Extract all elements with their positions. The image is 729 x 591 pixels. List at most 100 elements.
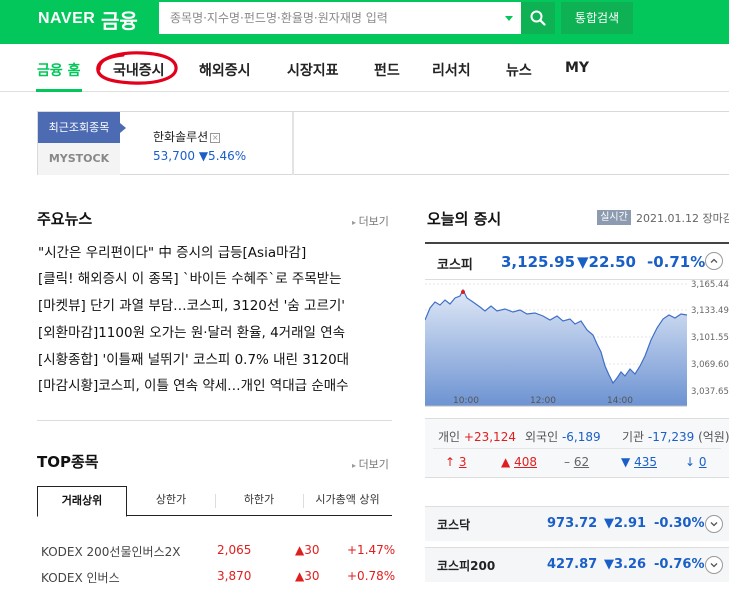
news-item[interactable]: [외환마감]1100원 오가는 원·달러 환율, 4거래일 연속 — [38, 321, 390, 341]
news-more-link[interactable]: 더보기 — [352, 213, 389, 229]
nav-market-indicators[interactable]: 시장지표 — [287, 60, 339, 80]
investor-foreign: 외국인 -6,189 — [525, 430, 601, 444]
x-tick: 12:00 — [530, 396, 556, 406]
divider — [292, 112, 293, 175]
investor-panel: 개인 +23,124 외국인 -6,189 기관 -17,239 (억원) ↑ … — [425, 418, 729, 478]
recent-stock-change: ▼5.46% — [198, 149, 247, 163]
finance-logo[interactable]: 금융 — [101, 5, 138, 34]
nav-fund[interactable]: 펀드 — [374, 60, 400, 80]
high-marker — [461, 290, 465, 294]
expand-button[interactable] — [705, 556, 723, 574]
y-tick: 3,069.60 — [691, 360, 729, 370]
kosdaq-row[interactable]: 코스닥 973.72 ▼2.91 -0.30% — [425, 506, 729, 541]
total-search-button[interactable]: 통합검색 — [561, 2, 633, 34]
tab-upper-limit[interactable]: 상한가 — [127, 486, 215, 516]
kospi-summary[interactable]: 코스피 3,125.95 ▼22.50 -0.71% — [425, 242, 729, 280]
index-value: 3,125.95 — [501, 253, 576, 271]
stock-name[interactable]: KODEX 인버스 — [41, 569, 120, 586]
search-box — [159, 2, 521, 34]
stock-change: ▲30 — [295, 543, 320, 557]
down-limit-icon: ↓ — [685, 455, 696, 469]
stock-price: 3,870 — [217, 569, 252, 583]
stock-rate: +0.78% — [347, 569, 396, 583]
down-icon: ▼ — [621, 455, 631, 469]
tab-recent-stocks[interactable]: 최근조회종목 — [38, 112, 126, 143]
news-item[interactable]: [마켓뷰] 단기 과열 부담…코스피, 3120선 '숨 고르기' — [38, 294, 390, 314]
table-row[interactable]: KODEX 200선물인버스2X 2,065 ▲30 +1.47% — [41, 543, 396, 559]
chevron-up-icon — [710, 258, 718, 263]
up-limit-icon: ↑ — [445, 455, 456, 469]
breadth-up[interactable]: ▲ 408 — [501, 455, 537, 469]
news-item[interactable]: [마감시황]코스피, 이틀 연속 약세…개인 역대급 순매수 — [38, 374, 390, 394]
y-tick: 3,101.55 — [691, 333, 729, 343]
nav-my[interactable]: MY — [565, 60, 589, 76]
search-button[interactable] — [521, 2, 555, 34]
stock-price: 2,065 — [217, 543, 252, 557]
collapse-button[interactable] — [705, 252, 723, 270]
news-section-title: 주요뉴스 — [37, 210, 93, 228]
top-stocks-more-link[interactable]: 더보기 — [352, 456, 389, 472]
investor-institution: 기관 -17,239 (억원) — [622, 430, 729, 444]
index-name: 코스피 — [437, 258, 473, 273]
nav-domestic-stock[interactable]: 국내증시 — [113, 60, 165, 80]
index-value: 427.87 — [547, 557, 598, 572]
up-icon: ▲ — [501, 455, 511, 469]
tab-volume-top[interactable]: 거래상위 — [37, 486, 127, 517]
index-change: ▼2.91 — [604, 516, 647, 531]
market-date: 2021.01.12 장마감 — [636, 212, 729, 225]
divider — [433, 448, 721, 449]
y-tick: 3,133.49 — [691, 306, 729, 316]
nav-active-indicator — [36, 89, 82, 92]
stock-change: ▲30 — [295, 569, 320, 583]
nav-news[interactable]: 뉴스 — [506, 60, 532, 80]
remove-icon[interactable]: × — [210, 133, 221, 143]
nav-finance-home[interactable]: 금융 홈 — [37, 60, 81, 80]
top-stocks-tabs: 거래상위 상한가 하한가 시가총액 상위 — [37, 486, 392, 517]
index-rate: -0.76% — [654, 557, 705, 572]
index-name: 코스피200 — [437, 559, 496, 573]
chevron-down-icon — [710, 563, 718, 568]
flat-icon: – — [564, 455, 570, 469]
investor-individual: 개인 +23,124 — [438, 430, 516, 444]
news-item[interactable]: "시간은 우리편이다" 中 증시의 급등[Asia마감] — [38, 241, 390, 261]
divider — [37, 420, 392, 421]
tab-lower-limit[interactable]: 하한가 — [215, 486, 303, 516]
news-item[interactable]: [시황종합] '이틀째 널뛰기' 코스피 0.7% 내린 3120대 — [38, 348, 390, 368]
divider — [293, 112, 294, 175]
table-row[interactable]: KODEX 인버스 3,870 ▲30 +0.78% — [41, 569, 396, 585]
search-icon — [530, 10, 546, 26]
x-tick: 14:00 — [607, 396, 633, 406]
main-nav: 금융 홈 국내증시 해외증시 시장지표 펀드 리서치 뉴스 MY — [0, 44, 729, 92]
stock-name[interactable]: KODEX 200선물인버스2X — [41, 543, 180, 560]
nav-overseas-stock[interactable]: 해외증시 — [199, 60, 251, 80]
recent-stock-item[interactable]: 한화솔루션 × 53,700 ▼5.46% — [153, 128, 291, 163]
index-change: ▼22.50 — [577, 253, 636, 271]
recent-stock-name[interactable]: 한화솔루션 — [153, 130, 208, 144]
news-item[interactable]: [클릭! 해외증시 이 종목] `바이든 수혜주`로 주목받는 — [38, 267, 390, 287]
kospi200-row[interactable]: 코스피200 427.87 ▼3.26 -0.76% — [425, 547, 729, 582]
naver-logo[interactable]: NAVER — [38, 9, 95, 29]
search-input[interactable] — [160, 3, 500, 33]
chart-svg: 3,165.44 3,133.49 3,101.55 3,069.60 3,03… — [424, 280, 729, 407]
breadth-down-limit[interactable]: ↓ 0 — [685, 455, 707, 469]
nav-research[interactable]: 리서치 — [432, 60, 471, 80]
y-tick: 3,165.44 — [691, 280, 729, 290]
x-tick: 10:00 — [453, 396, 479, 406]
index-rate: -0.71% — [647, 253, 706, 271]
y-tick: 3,037.65 — [691, 387, 729, 397]
stock-rate: +1.47% — [347, 543, 396, 557]
expand-button[interactable] — [705, 515, 723, 533]
recent-stock-price-line: 53,700 ▼5.46% — [153, 149, 291, 163]
breadth-up-limit[interactable]: ↑ 3 — [445, 455, 467, 469]
tab-market-cap[interactable]: 시가총액 상위 — [303, 486, 392, 516]
top-bar: NAVER 금융 통합검색 — [0, 0, 729, 44]
recent-stocks-panel: 최근조회종목 MYSTOCK 한화솔루션 × 53,700 ▼5.46% — [37, 111, 729, 175]
index-name: 코스닥 — [437, 518, 471, 532]
market-section-title: 오늘의 증시 — [427, 210, 502, 228]
tab-mystock[interactable]: MYSTOCK — [38, 143, 120, 175]
breadth-down[interactable]: ▼ 435 — [621, 455, 657, 469]
autocomplete-toggle-icon[interactable] — [505, 16, 513, 21]
index-rate: -0.30% — [654, 516, 705, 531]
breadth-flat[interactable]: – 62 — [564, 455, 589, 469]
index-value: 973.72 — [547, 516, 598, 531]
